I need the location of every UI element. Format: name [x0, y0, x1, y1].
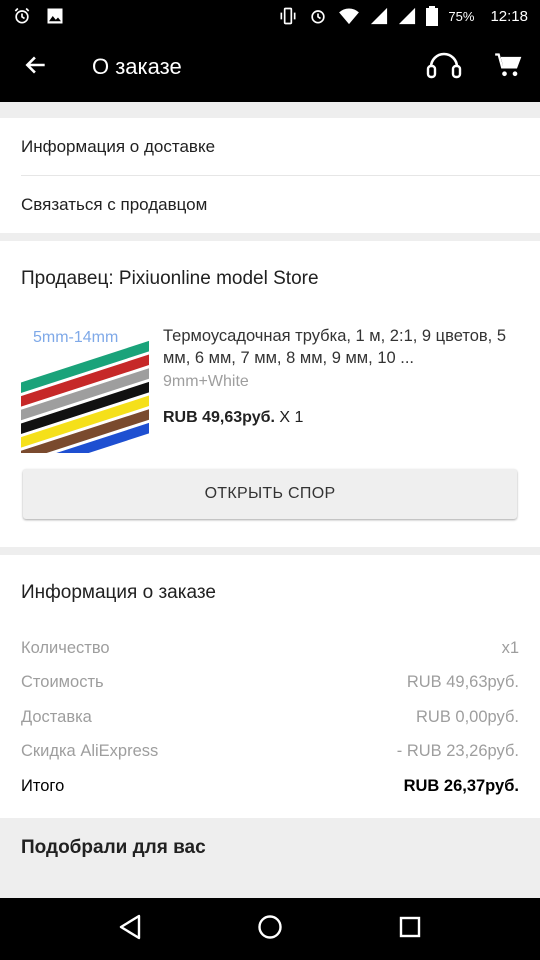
- back-arrow-icon: [23, 52, 49, 83]
- recommendations-title: Подобрали для вас: [0, 817, 540, 878]
- order-total-value: RUB 26,37руб.: [403, 776, 519, 795]
- order-info-title: Информация о заказе: [21, 582, 216, 603]
- order-info-label: Доставка: [21, 707, 92, 726]
- delivery-info-link[interactable]: Информация о доставке: [0, 118, 540, 175]
- seller-title[interactable]: Продавец: Pixiuonline model Store: [21, 241, 519, 317]
- order-info-value: - RUB 23,26руб.: [396, 742, 519, 761]
- nav-home-circle-icon: [257, 914, 283, 945]
- open-dispute-button[interactable]: ОТКРЫТЬ СПОР: [23, 469, 517, 519]
- battery-icon: [426, 6, 439, 26]
- status-bar: 75% 12:18: [0, 0, 540, 32]
- alarm-icon: [12, 6, 32, 26]
- order-info-row: Скидка AliExpress - RUB 23,26руб.: [21, 735, 519, 770]
- product-image-label: 5mm-14mm: [33, 329, 119, 346]
- nav-recents-button[interactable]: [380, 898, 440, 960]
- cart-icon: [494, 51, 522, 84]
- nav-back-button[interactable]: [100, 898, 160, 960]
- product-title[interactable]: Термоусадочная трубка, 1 м, 2:1, 9 цвето…: [163, 325, 519, 369]
- vibrate-icon: [278, 6, 298, 26]
- order-info-value: RUB 0,00руб.: [416, 707, 519, 726]
- product-price: RUB 49,63руб.: [163, 409, 275, 426]
- order-info-row: Количество x1: [21, 631, 519, 666]
- seller-card: Продавец: Pixiuonline model Store 5mm-14…: [0, 241, 540, 547]
- product-image[interactable]: 5mm-14mm: [21, 325, 149, 453]
- contact-seller-link[interactable]: Связаться с продавцом: [0, 176, 540, 233]
- signal-icon: [370, 7, 388, 25]
- order-info-row: Доставка RUB 0,00руб.: [21, 700, 519, 735]
- nav-recents-square-icon: [399, 916, 421, 943]
- image-icon: [46, 7, 64, 25]
- support-button[interactable]: [412, 32, 476, 102]
- signal-2-icon: [398, 7, 416, 25]
- support-headset-icon: [426, 49, 462, 86]
- order-info-label: Стоимость: [21, 673, 104, 692]
- order-info-label: Количество: [21, 638, 110, 657]
- back-button[interactable]: [0, 32, 72, 102]
- page-title: О заказе: [92, 54, 182, 79]
- order-info-row: Стоимость RUB 49,63руб.: [21, 666, 519, 701]
- order-details-content[interactable]: Информация о доставке Связаться с продав…: [0, 102, 540, 898]
- order-total-label: Итого: [21, 776, 65, 795]
- nav-back-triangle-icon: [118, 914, 142, 945]
- order-info-value: RUB 49,63руб.: [406, 673, 519, 692]
- product-item[interactable]: 5mm-14mm Термоусадочная трубка, 1 м, 2:1…: [21, 317, 519, 469]
- order-total-row: Итого RUB 26,37руб.: [21, 769, 519, 804]
- battery-percent: 75%: [448, 8, 475, 24]
- system-nav-bar: [0, 898, 540, 960]
- wifi-icon: [338, 7, 360, 25]
- order-info-label: Скидка AliExpress: [21, 742, 159, 761]
- alarm-status-icon: [308, 6, 328, 26]
- links-card: Информация о доставке Связаться с продав…: [0, 118, 540, 233]
- app-bar: О заказе: [0, 32, 540, 102]
- product-info: Термоусадочная трубка, 1 м, 2:1, 9 цвето…: [163, 325, 519, 469]
- nav-home-button[interactable]: [240, 898, 300, 960]
- product-sku: 9mm+White: [163, 373, 249, 390]
- cart-button[interactable]: [476, 32, 540, 102]
- product-price-line: RUB 49,63руб. X 1: [163, 409, 519, 427]
- product-quantity: X 1: [279, 409, 304, 426]
- order-info-card: Информация о заказе Количество x1 Стоимост…: [0, 555, 540, 818]
- clock: 12:18: [490, 7, 528, 25]
- order-info-value: x1: [501, 638, 519, 657]
